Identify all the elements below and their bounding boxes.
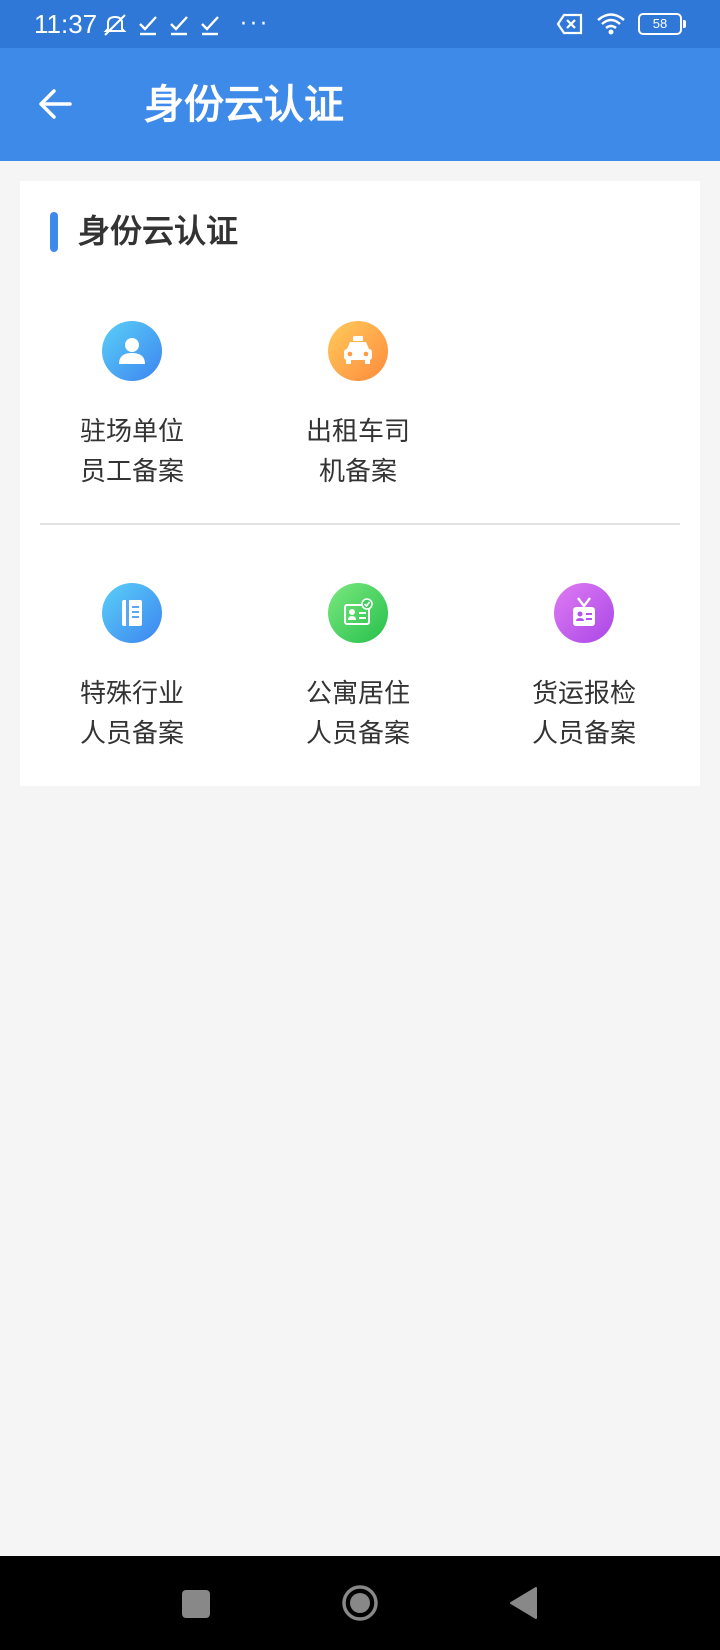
divider [40,523,680,525]
item-freight-inspection[interactable]: 货运报检 人员备案 [484,583,684,803]
section-title: 身份云认证 [78,212,239,250]
section-accent-bar [50,212,58,252]
item-onsite-employee[interactable]: 驻场单位 员工备案 [32,321,232,541]
home-circle-icon[interactable] [341,1584,379,1622]
grid-row: 驻场单位 员工备案 出租车司 机备案 [20,321,700,541]
notification-muted-icon [103,14,127,36]
badge-icon [554,583,614,643]
item-apartment-resident[interactable]: 公寓居住 人员备案 [258,583,458,803]
item-special-industry[interactable]: 特殊行业 人员备案 [32,583,232,803]
item-label: 公寓居住 人员备案 [305,679,410,749]
taxi-icon [328,321,388,381]
battery-icon: 58 [638,13,686,35]
page-title: 身份云认证 [144,82,344,128]
back-triangle-icon[interactable] [508,1586,538,1620]
status-time: 11:37 [34,9,98,39]
status-bar: 11:37 ··· 58 [0,0,720,48]
auth-card: 身份云认证 驻场单位 员工备案 出租车司 机备案 特殊行业 人员备案 公寓居住 … [20,181,700,786]
wifi-icon [597,13,625,35]
item-label: 驻场单位 员工备案 [79,417,184,487]
item-label: 出租车司 机备案 [305,417,410,487]
notebook-icon [102,583,162,643]
grid-row: 特殊行业 人员备案 公寓居住 人员备案 货运报检 人员备案 [20,583,700,803]
more-dots-icon: ··· [240,12,270,37]
item-label: 特殊行业 人员备案 [79,679,184,749]
check-icon [139,16,157,36]
status-right-icons: 58 [556,10,686,38]
system-nav-bar [0,1556,720,1650]
item-taxi-driver[interactable]: 出租车司 机备案 [258,321,458,541]
id-card-check-icon [328,583,388,643]
status-left-icons: ··· [102,12,270,38]
person-icon [102,321,162,381]
arrow-left-icon [39,89,72,119]
app-bar: 身份云认证 [0,48,720,161]
sim-off-icon [556,13,583,35]
check-icon [170,16,188,36]
item-label: 货运报检 人员备案 [531,679,636,749]
back-button[interactable] [36,83,78,125]
recents-square-icon[interactable] [182,1590,210,1618]
check-icon [201,16,219,36]
